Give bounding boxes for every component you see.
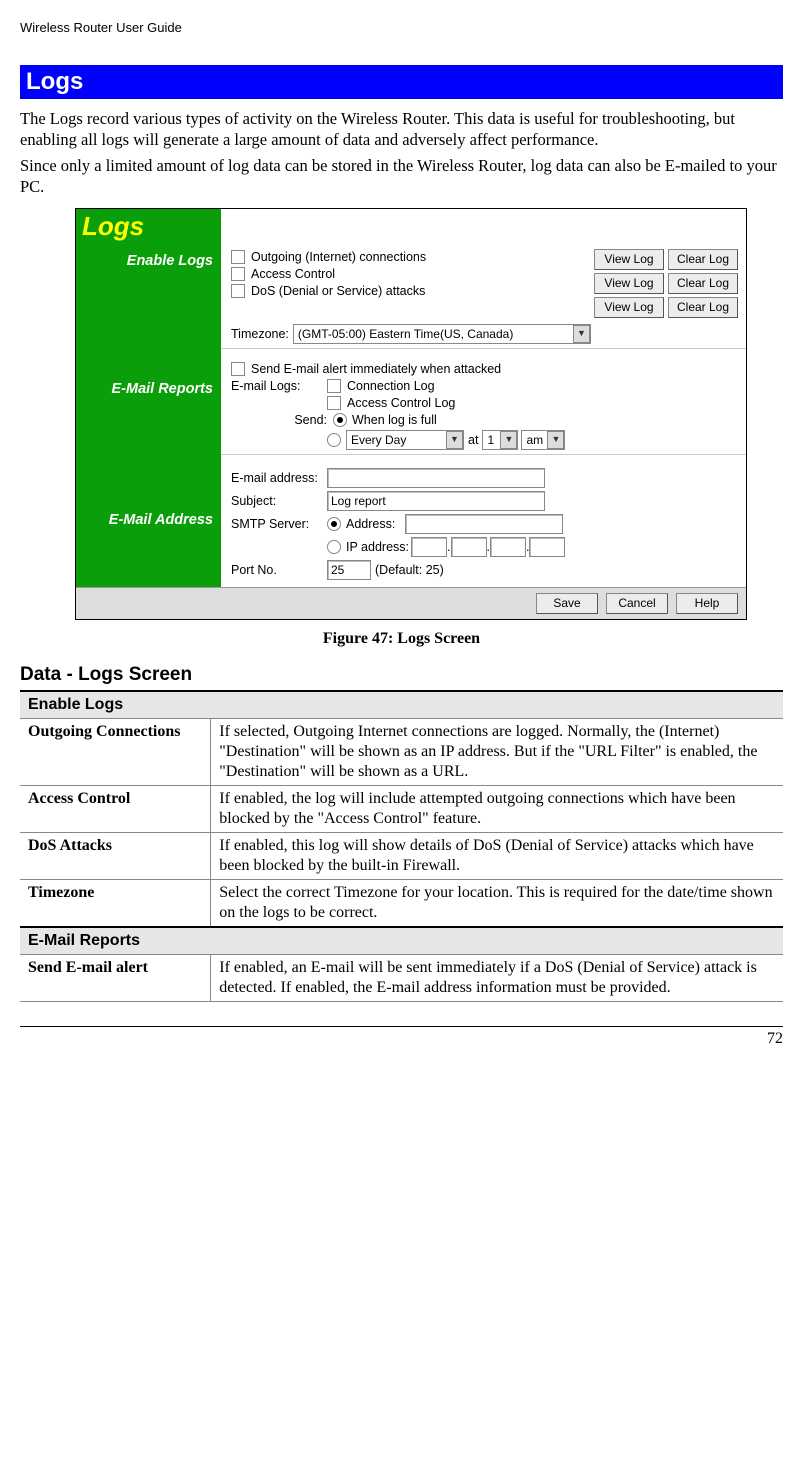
cell-timezone-desc: Select the correct Timezone for your loc… bbox=[211, 879, 783, 927]
dropdown-arrow-icon: ▼ bbox=[547, 431, 564, 449]
table-row: Send E-mail alert If enabled, an E-mail … bbox=[20, 954, 783, 1001]
page-number: 72 bbox=[20, 1026, 783, 1048]
cell-dos-label: DoS Attacks bbox=[20, 832, 211, 879]
smtp-ip-label: IP address: bbox=[346, 540, 409, 554]
label-alert: Send E-mail alert immediately when attac… bbox=[251, 362, 501, 376]
ampm-select[interactable]: am ▼ bbox=[521, 430, 565, 450]
radio-every-day[interactable] bbox=[327, 433, 341, 447]
timezone-value: (GMT-05:00) Eastern Time(US, Canada) bbox=[298, 327, 513, 341]
send-label: Send: bbox=[231, 413, 333, 427]
clear-log-button-2[interactable]: Clear Log bbox=[668, 273, 738, 294]
frequency-select[interactable]: Every Day ▼ bbox=[346, 430, 464, 450]
page-header: Wireless Router User Guide bbox=[20, 20, 783, 35]
logs-screenshot: Logs Enable Logs E-Mail Reports E-Mail A… bbox=[75, 208, 747, 620]
screenshot-sidebar: Logs Enable Logs E-Mail Reports E-Mail A… bbox=[76, 209, 221, 587]
timezone-label: Timezone: bbox=[231, 327, 289, 341]
dropdown-arrow-icon: ▼ bbox=[446, 431, 463, 449]
ip-input-3[interactable] bbox=[490, 537, 526, 557]
clear-log-button-3[interactable]: Clear Log bbox=[668, 297, 738, 318]
cell-timezone-label: Timezone bbox=[20, 879, 211, 927]
view-log-button-1[interactable]: View Log bbox=[594, 249, 664, 270]
hour-value: 1 bbox=[487, 433, 494, 447]
intro-paragraph-1: The Logs record various types of activit… bbox=[20, 109, 783, 150]
radio-when-full[interactable] bbox=[333, 413, 347, 427]
cell-alert-desc: If enabled, an E-mail will be sent immed… bbox=[211, 954, 783, 1001]
checkbox-access[interactable] bbox=[231, 267, 245, 281]
email-address-input[interactable] bbox=[327, 468, 545, 488]
section-enable-logs: Enable Logs bbox=[20, 691, 783, 719]
section-email-reports: E-Mail Reports bbox=[20, 927, 783, 955]
subject-label: Subject: bbox=[231, 494, 327, 508]
timezone-select[interactable]: (GMT-05:00) Eastern Time(US, Canada) ▼ bbox=[293, 324, 591, 344]
radio-smtp-ip[interactable] bbox=[327, 540, 341, 554]
port-default-label: (Default: 25) bbox=[375, 563, 444, 577]
table-row: DoS Attacks If enabled, this log will sh… bbox=[20, 832, 783, 879]
email-address-label: E-mail address: bbox=[231, 471, 327, 485]
label-access-log: Access Control Log bbox=[347, 396, 455, 410]
cancel-button[interactable]: Cancel bbox=[606, 593, 668, 614]
checkbox-access-log[interactable] bbox=[327, 396, 341, 410]
figure-caption: Figure 47: Logs Screen bbox=[20, 630, 783, 648]
label-when-full: When log is full bbox=[352, 413, 437, 427]
label-conn-log: Connection Log bbox=[347, 379, 435, 393]
cell-access-desc: If enabled, the log will include attempt… bbox=[211, 785, 783, 832]
table-row: Outgoing Connections If selected, Outgoi… bbox=[20, 718, 783, 785]
radio-smtp-address[interactable] bbox=[327, 517, 341, 531]
table-row: Timezone Select the correct Timezone for… bbox=[20, 879, 783, 927]
nav-email-reports: E-Mail Reports bbox=[76, 381, 221, 397]
intro-paragraph-2: Since only a limited amount of log data … bbox=[20, 156, 783, 197]
port-input[interactable]: 25 bbox=[327, 560, 371, 580]
subject-input[interactable]: Log report bbox=[327, 491, 545, 511]
help-button[interactable]: Help bbox=[676, 593, 738, 614]
data-heading: Data - Logs Screen bbox=[20, 664, 783, 686]
checkbox-dos[interactable] bbox=[231, 284, 245, 298]
port-label: Port No. bbox=[231, 563, 327, 577]
smtp-label: SMTP Server: bbox=[231, 517, 327, 531]
clear-log-button-1[interactable]: Clear Log bbox=[668, 249, 738, 270]
hour-select[interactable]: 1 ▼ bbox=[482, 430, 518, 450]
smtp-address-label: Address: bbox=[346, 517, 395, 531]
label-access: Access Control bbox=[251, 267, 335, 281]
screenshot-title: Logs bbox=[76, 209, 221, 247]
dropdown-arrow-icon: ▼ bbox=[500, 431, 517, 449]
smtp-address-input[interactable] bbox=[405, 514, 563, 534]
nav-email-address: E-Mail Address bbox=[76, 512, 221, 528]
ip-input-2[interactable] bbox=[451, 537, 487, 557]
dropdown-arrow-icon: ▼ bbox=[573, 325, 590, 343]
table-row: Access Control If enabled, the log will … bbox=[20, 785, 783, 832]
cell-alert-label: Send E-mail alert bbox=[20, 954, 211, 1001]
section-banner-logs: Logs bbox=[20, 65, 783, 99]
email-logs-label: E-mail Logs: bbox=[231, 379, 327, 393]
cell-dos-desc: If enabled, this log will show details o… bbox=[211, 832, 783, 879]
cell-outgoing-desc: If selected, Outgoing Internet connectio… bbox=[211, 718, 783, 785]
label-outgoing: Outgoing (Internet) connections bbox=[251, 250, 426, 264]
ip-input-4[interactable] bbox=[529, 537, 565, 557]
ip-input-1[interactable] bbox=[411, 537, 447, 557]
ampm-value: am bbox=[526, 433, 543, 447]
nav-enable-logs: Enable Logs bbox=[76, 253, 221, 269]
view-log-button-2[interactable]: View Log bbox=[594, 273, 664, 294]
save-button[interactable]: Save bbox=[536, 593, 598, 614]
data-table: Enable Logs Outgoing Connections If sele… bbox=[20, 690, 783, 1002]
checkbox-conn-log[interactable] bbox=[327, 379, 341, 393]
checkbox-outgoing[interactable] bbox=[231, 250, 245, 264]
frequency-value: Every Day bbox=[351, 433, 406, 447]
at-label: at bbox=[468, 433, 478, 447]
cell-access-label: Access Control bbox=[20, 785, 211, 832]
view-log-button-3[interactable]: View Log bbox=[594, 297, 664, 318]
screenshot-button-bar: Save Cancel Help bbox=[76, 587, 746, 619]
screenshot-main: Outgoing (Internet) connections Access C… bbox=[221, 209, 746, 587]
checkbox-alert[interactable] bbox=[231, 362, 245, 376]
label-dos: DoS (Denial or Service) attacks bbox=[251, 284, 425, 298]
cell-outgoing-label: Outgoing Connections bbox=[20, 718, 211, 785]
